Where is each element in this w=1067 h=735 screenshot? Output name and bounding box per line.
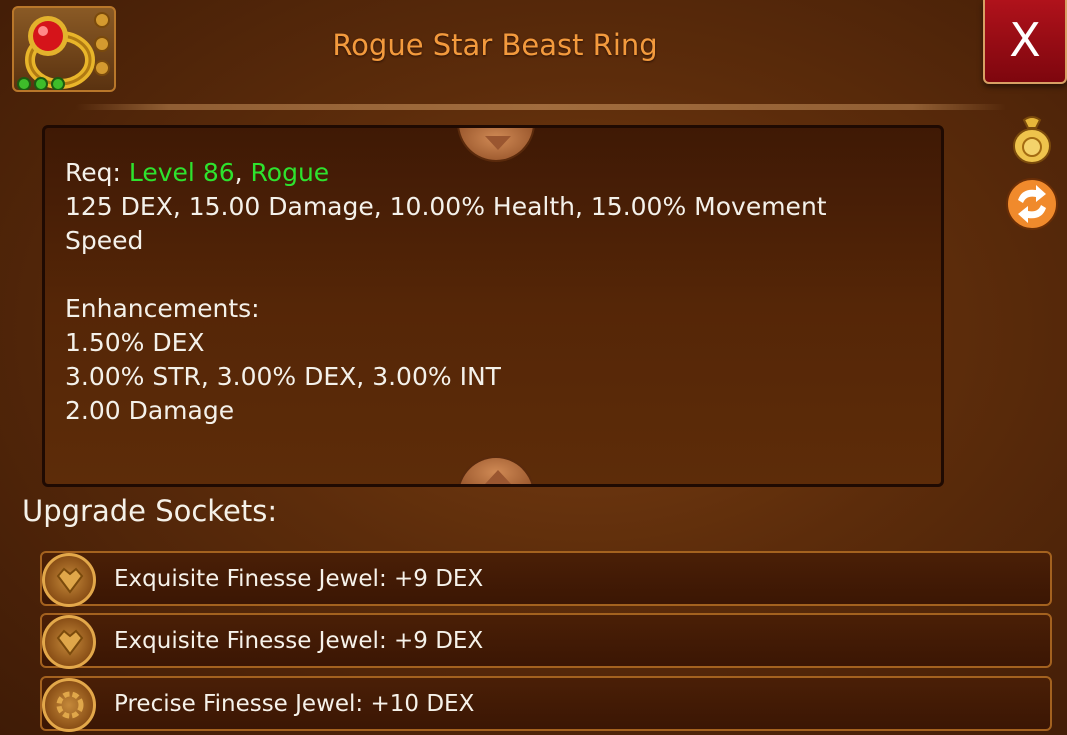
triangle-up-icon (485, 470, 511, 484)
stats-line-2: Speed (65, 226, 144, 255)
description-text: Req: Level 86, Rogue 125 DEX, 15.00 Dama… (65, 156, 885, 428)
money-bag-icon[interactable] (1004, 110, 1060, 166)
req-label: Req: (65, 158, 129, 187)
upgrade-sockets-title: Upgrade Sockets: (22, 494, 278, 528)
close-button[interactable]: X (983, 0, 1067, 84)
socket-label: Precise Finesse Jewel: +10 DEX (114, 691, 475, 717)
description-panel[interactable]: Req: Level 86, Rogue 125 DEX, 15.00 Dama… (42, 125, 944, 487)
socket-row[interactable]: Exquisite Finesse Jewel: +9 DEX (40, 551, 1052, 607)
req-level: Level 86 (128, 158, 235, 187)
enhancement-item: 3.00% STR, 3.00% DEX, 3.00% INT (65, 362, 501, 391)
socket-row[interactable]: Exquisite Finesse Jewel: +9 DEX (40, 613, 1052, 669)
scroll-down-button[interactable] (457, 456, 535, 484)
swap-arrows-icon[interactable] (1004, 176, 1060, 232)
socket-label: Exquisite Finesse Jewel: +9 DEX (114, 566, 484, 592)
jewel-icon (42, 678, 96, 732)
enhancement-item: 2.00 Damage (65, 396, 235, 425)
stats-line-1: 125 DEX, 15.00 Damage, 10.00% Health, 15… (65, 192, 827, 221)
socket-label: Exquisite Finesse Jewel: +9 DEX (114, 628, 484, 654)
req-separator: , (234, 158, 251, 187)
jewel-icon (42, 553, 96, 607)
header-divider (76, 104, 1006, 110)
item-title: Rogue Star Beast Ring (332, 28, 658, 62)
req-class: Rogue (250, 158, 330, 187)
socket-row[interactable]: Precise Finesse Jewel: +10 DEX (40, 676, 1052, 732)
item-ring-icon (12, 6, 116, 92)
enhancements-label: Enhancements: (65, 294, 260, 323)
jewel-icon (42, 615, 96, 669)
requirements-line: Req: Level 86, Rogue (65, 156, 885, 190)
enhancement-item: 1.50% DEX (65, 328, 205, 357)
triangle-down-icon (485, 136, 511, 150)
